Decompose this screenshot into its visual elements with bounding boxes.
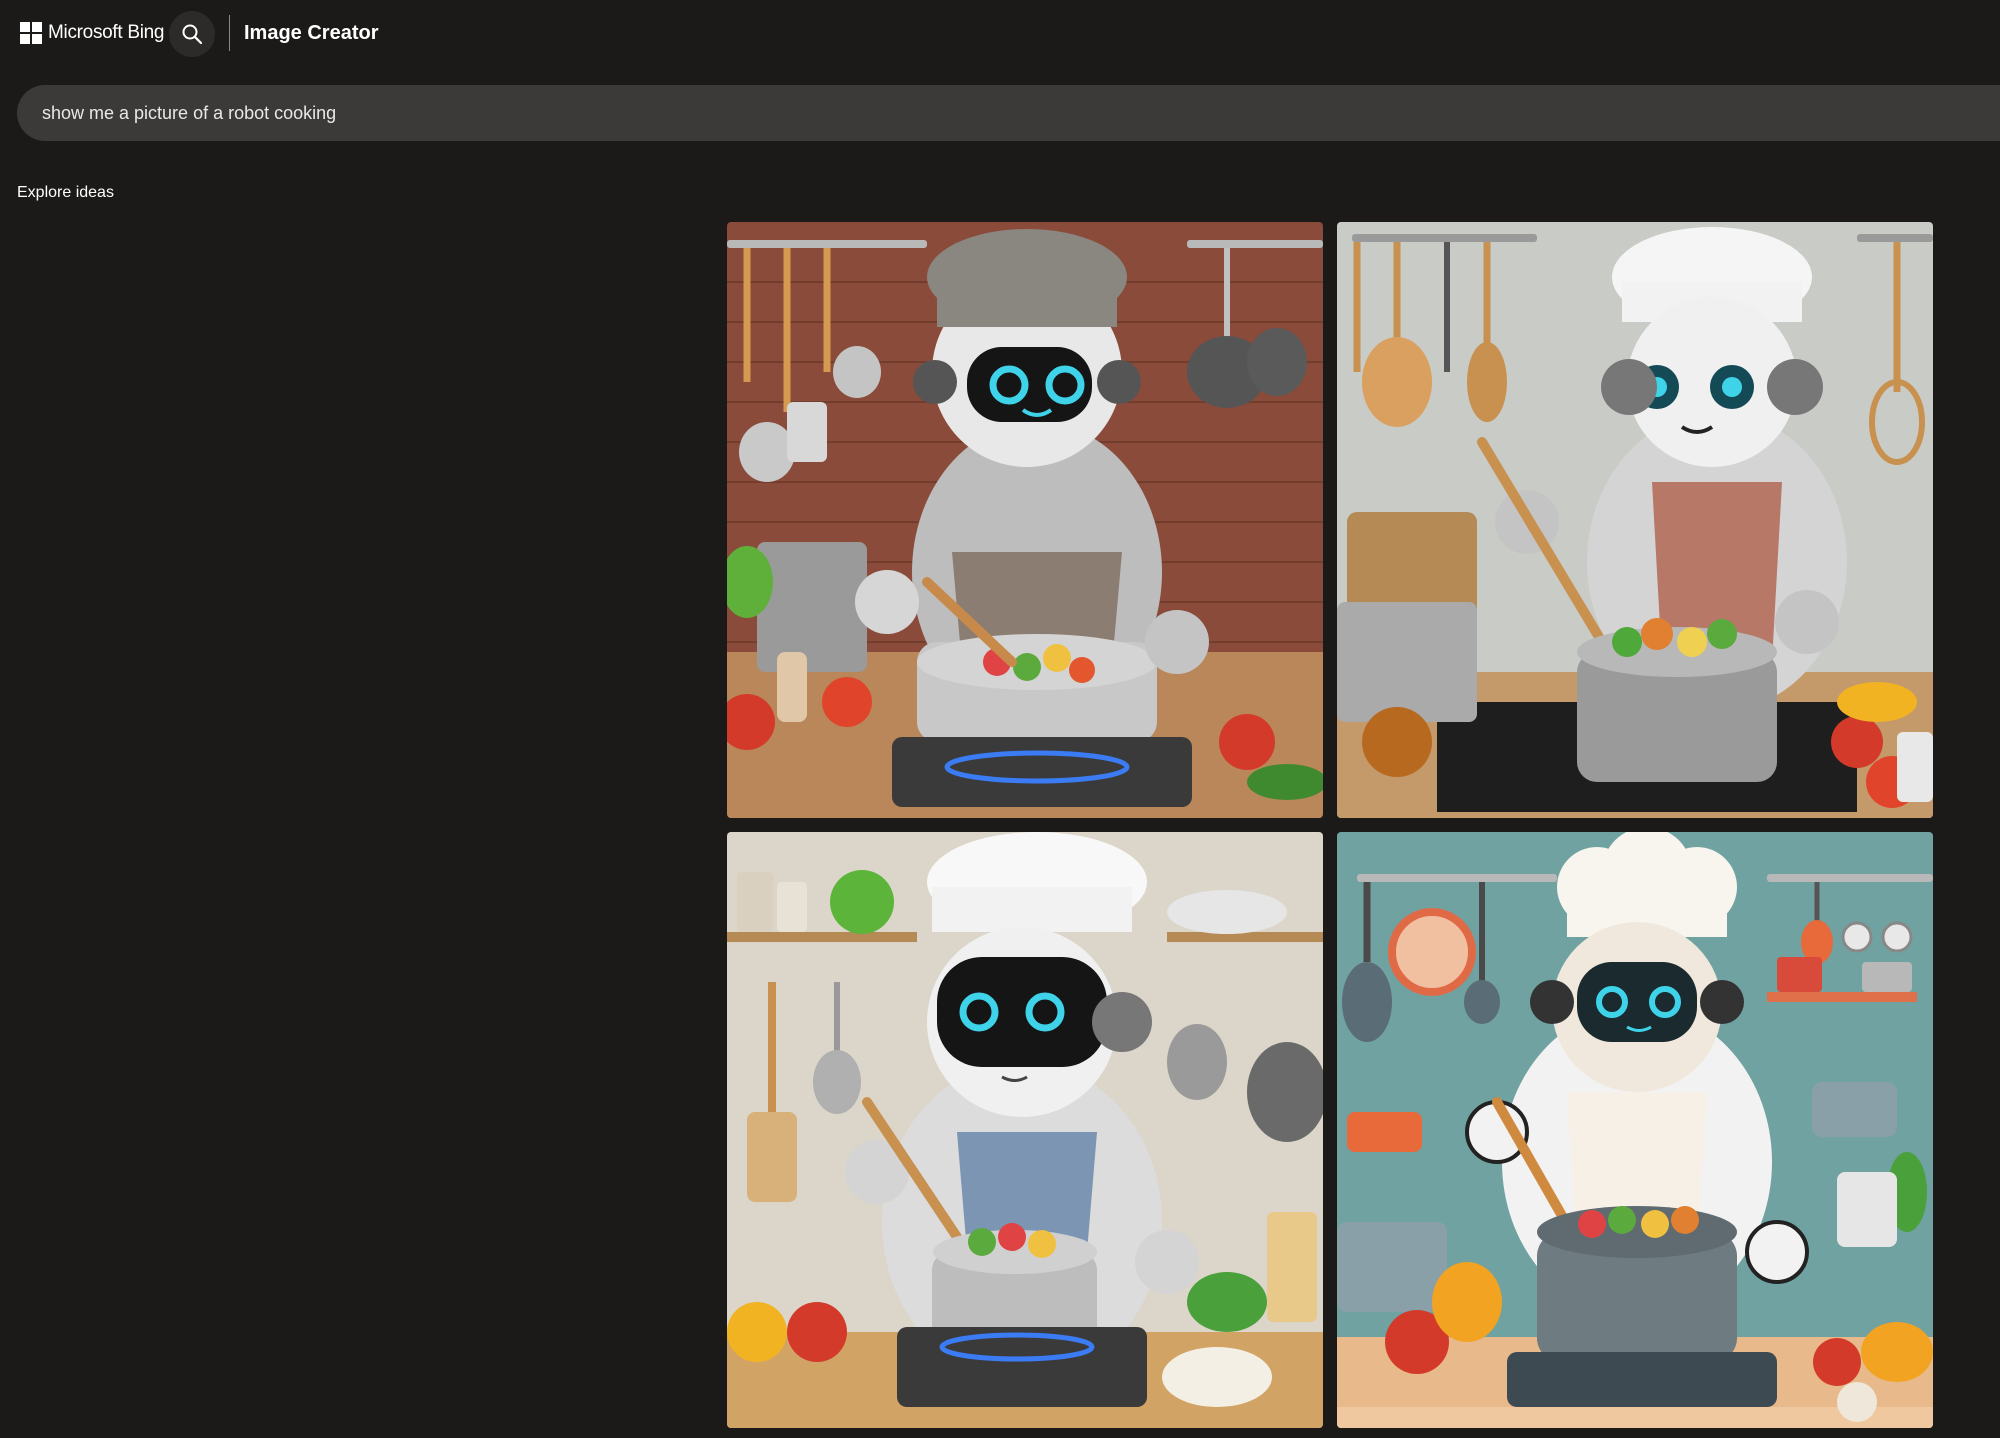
brand-label: Microsoft Bing bbox=[48, 22, 165, 43]
robot-chef-image bbox=[727, 832, 1323, 1428]
image-creator-page: Microsoft Bing Image Creator show me a p… bbox=[0, 0, 2000, 1438]
header-divider bbox=[229, 15, 230, 51]
windows-logo-icon bbox=[20, 22, 42, 44]
prompt-input[interactable]: show me a picture of a robot cooking bbox=[17, 85, 2000, 141]
robot-chef-image bbox=[1337, 222, 1933, 818]
explore-ideas-link[interactable]: Explore ideas bbox=[17, 184, 114, 202]
search-icon bbox=[182, 24, 203, 45]
prompt-input-value: show me a picture of a robot cooking bbox=[42, 102, 337, 123]
page-title[interactable]: Image Creator bbox=[244, 20, 379, 46]
microsoft-bing-home-link[interactable]: Microsoft Bing bbox=[20, 20, 164, 46]
top-header: Microsoft Bing Image Creator bbox=[0, 0, 2000, 66]
result-image-3[interactable] bbox=[727, 832, 1323, 1428]
result-image-2[interactable] bbox=[1337, 222, 1933, 818]
search-button[interactable] bbox=[169, 11, 215, 57]
robot-chef-image bbox=[1337, 832, 1933, 1428]
result-image-1[interactable] bbox=[727, 222, 1323, 818]
robot-chef-image bbox=[727, 222, 1323, 818]
result-image-4[interactable] bbox=[1337, 832, 1933, 1428]
